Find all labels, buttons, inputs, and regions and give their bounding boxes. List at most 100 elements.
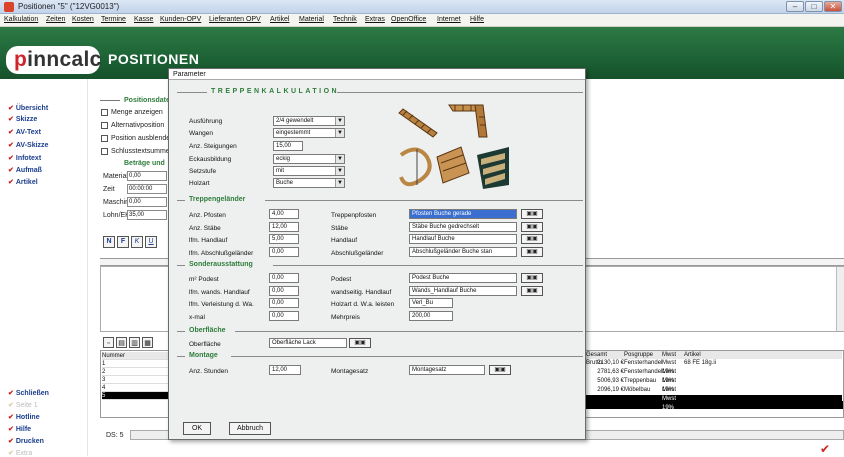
verleistung-field[interactable]: 0,00 bbox=[269, 298, 299, 308]
ausfuehrung-select[interactable]: 2/4 gewendelt ▼ bbox=[273, 116, 345, 126]
sidebar-item-av-text[interactable]: ✔ AV-Text bbox=[8, 128, 41, 136]
menu-material[interactable]: Material bbox=[299, 16, 324, 23]
menu-internet[interactable]: Internet bbox=[437, 16, 461, 23]
section-montage: Montage bbox=[189, 352, 218, 359]
x-mal-field[interactable]: 0,00 bbox=[269, 311, 299, 321]
material-field[interactable]: 0,00 bbox=[127, 171, 167, 181]
podest-field[interactable]: Podest Buche bbox=[409, 273, 517, 283]
label-lohn: Lohn/EK bbox=[103, 212, 130, 219]
lfm-abschlussgelaender-field[interactable]: 0,00 bbox=[269, 247, 299, 257]
checkbox-menge[interactable] bbox=[101, 109, 108, 116]
menu-zeiten[interactable]: Zeiten bbox=[46, 16, 65, 23]
menu-termine[interactable]: Termine bbox=[101, 16, 126, 23]
zeit-field[interactable]: 00:00:00 bbox=[127, 184, 167, 194]
table-row[interactable]: 3 bbox=[102, 376, 170, 384]
print-icon[interactable]: ▦ bbox=[142, 337, 153, 348]
anz-pfosten-field[interactable]: 4,00 bbox=[269, 209, 299, 219]
wangen-select[interactable]: eingestemmt ▼ bbox=[273, 128, 345, 138]
binoculars-lookup-icon[interactable]: ▣▣ bbox=[521, 286, 543, 296]
menu-kunden-opv[interactable]: Kunden-OPV bbox=[160, 16, 201, 23]
cancel-button[interactable]: Abbruch bbox=[229, 422, 271, 435]
menu-kosten[interactable]: Kosten bbox=[72, 16, 94, 23]
binoculars-lookup-icon[interactable]: ▣▣ bbox=[521, 234, 543, 244]
oberflaeche-field[interactable]: Oberfläche Lack bbox=[269, 338, 347, 348]
sidebar-item-aufmass[interactable]: ✔ Aufmaß bbox=[8, 166, 42, 174]
binoculars-lookup-icon[interactable]: ▣▣ bbox=[521, 273, 543, 283]
steigungen-field[interactable]: 15,00 bbox=[273, 141, 303, 151]
montagesatz-field[interactable]: Montagesatz bbox=[409, 365, 485, 375]
grid-right-header: Gesamt Brutto Posgruppe Mwst Artikel bbox=[586, 351, 842, 366]
bold-button[interactable]: N bbox=[103, 236, 115, 248]
mehrpreis-field[interactable]: 200,00 bbox=[409, 311, 453, 321]
eckausbildung-select[interactable]: eckig ▼ bbox=[273, 154, 345, 164]
handlauf-field[interactable]: Handlauf Buche bbox=[409, 234, 517, 244]
sidebar-item-artikel[interactable]: ✔ Artikel bbox=[8, 178, 38, 186]
maximize-button[interactable]: □ bbox=[805, 1, 823, 12]
label-lfm-handlauf: lfm. Handlauf bbox=[189, 237, 228, 244]
sidebar-item-infotext[interactable]: ✔ Infotext bbox=[8, 154, 41, 162]
paste-row-icon[interactable]: ▥ bbox=[129, 337, 140, 348]
sidebar-item-skizze[interactable]: ✔ Skizze bbox=[8, 115, 37, 123]
lohn-field[interactable]: 35,00 bbox=[127, 210, 167, 220]
underline-button[interactable]: U bbox=[145, 236, 157, 248]
menu-hilfe[interactable]: Hilfe bbox=[470, 16, 484, 23]
table-row[interactable]: 4 bbox=[102, 384, 170, 392]
anz-stunden-field[interactable]: 12,00 bbox=[269, 365, 301, 375]
binoculars-lookup-icon[interactable]: ▣▣ bbox=[349, 338, 371, 348]
menu-artikel[interactable]: Artikel bbox=[270, 16, 289, 23]
checkbox-alternativ[interactable] bbox=[101, 122, 108, 129]
minimize-button[interactable]: – bbox=[786, 1, 804, 12]
table-row[interactable]: 2096,19 € Möbelbau Mwst 19% bbox=[586, 386, 842, 402]
wands-handlauf-lfm-field[interactable]: 0,00 bbox=[269, 286, 299, 296]
sidebar-item-uebersicht[interactable]: ✔ Übersicht bbox=[8, 104, 48, 112]
wands-handlauf-field[interactable]: Wands_Handlauf Buche bbox=[409, 286, 517, 296]
podest-qm-field[interactable]: 0,00 bbox=[269, 273, 299, 283]
lfm-handlauf-field[interactable]: 5,00 bbox=[269, 234, 299, 244]
maschine-field[interactable]: 0,00 bbox=[127, 197, 167, 207]
binoculars-lookup-icon[interactable]: ▣▣ bbox=[521, 222, 543, 232]
col-artikel: Artikel bbox=[684, 352, 701, 358]
menu-kalkulation[interactable]: Kalkulation bbox=[4, 16, 38, 23]
format-f-button[interactable]: F bbox=[117, 236, 129, 248]
ok-button[interactable]: OK bbox=[183, 422, 211, 435]
binoculars-lookup-icon[interactable]: ▣▣ bbox=[521, 209, 543, 219]
menu-openoffice[interactable]: OpenOffice bbox=[391, 16, 426, 23]
holzart-select[interactable]: Buche ▼ bbox=[273, 178, 345, 188]
table-row-selected[interactable]: 5 bbox=[102, 392, 170, 400]
cell: Treppenbau bbox=[624, 378, 657, 384]
holzart-leisten-field[interactable]: Verl_Bu bbox=[409, 298, 453, 308]
treppenpfosten-field[interactable]: Pfosten Buche gerade bbox=[409, 209, 517, 219]
sidebar-item-av-skizze[interactable]: ✔ AV-Skizze bbox=[8, 141, 48, 149]
new-row-icon[interactable]: ▫ bbox=[103, 337, 114, 348]
setzstufe-select[interactable]: mit ▼ bbox=[273, 166, 345, 176]
table-row-selected[interactable]: Mwst 19% bbox=[586, 395, 842, 411]
menu-lieferanten-opv[interactable]: Lieferanten OPV bbox=[209, 16, 261, 23]
abschlussgelaender-field[interactable]: Abschlußgeländer Buche stan bbox=[409, 247, 517, 257]
binoculars-lookup-icon[interactable]: ▣▣ bbox=[489, 365, 511, 375]
check-icon: ✔ bbox=[8, 105, 14, 112]
checkbox-schlusstext[interactable] bbox=[101, 148, 108, 155]
menu-technik[interactable]: Technik bbox=[333, 16, 357, 23]
sidebar-item-hilfe[interactable]: ✔ Hilfe bbox=[8, 425, 31, 433]
sidebar-item-hotline[interactable]: ✔ Hotline bbox=[8, 413, 40, 421]
copy-row-icon[interactable]: ▤ bbox=[116, 337, 127, 348]
checkbox-ausblenden[interactable] bbox=[101, 135, 108, 142]
menu-bar: Kalkulation Zeiten Kosten Termine Kasse … bbox=[0, 14, 844, 27]
close-button[interactable]: ✕ bbox=[824, 1, 842, 12]
sidebar-item-schliessen[interactable]: ✔ Schließen bbox=[8, 389, 49, 397]
table-row[interactable]: 1 bbox=[102, 360, 170, 368]
table-row[interactable]: 2 bbox=[102, 368, 170, 376]
sidebar-item-drucken[interactable]: ✔ Drucken bbox=[8, 437, 44, 445]
table-row[interactable]: 2781,63 € Fensterhandel Mwst 19% bbox=[586, 368, 842, 384]
page-title: POSITIONEN bbox=[108, 51, 200, 67]
menu-kasse[interactable]: Kasse bbox=[134, 16, 153, 23]
menu-extras[interactable]: Extras bbox=[365, 16, 385, 23]
italic-button[interactable]: K bbox=[131, 236, 143, 248]
table-row[interactable]: 5006,93 € Treppenbau Mwst 19% bbox=[586, 377, 842, 393]
staebe-field[interactable]: Stäbe Buche gedrechselt bbox=[409, 222, 517, 232]
binoculars-lookup-icon[interactable]: ▣▣ bbox=[521, 247, 543, 257]
table-row[interactable]: 2130,10 € Fensterhandel Mwst 19% 68 FE 1… bbox=[586, 359, 842, 375]
anz-staebe-field[interactable]: 12,00 bbox=[269, 222, 299, 232]
text-scrollbar[interactable] bbox=[836, 267, 844, 331]
app-icon bbox=[4, 2, 14, 12]
